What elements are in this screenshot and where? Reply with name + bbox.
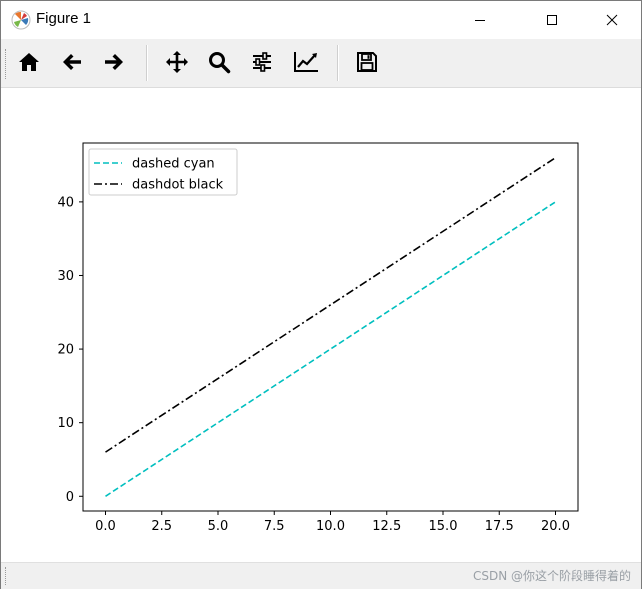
line-chart: 0.0 2.5 5.0 7.5 10.0 12.5 15.0 17.5 20.0 0 10 20 30… bbox=[57, 142, 579, 534]
y-tick-label: 20 bbox=[57, 343, 74, 358]
home-icon bbox=[19, 53, 39, 71]
pan-button[interactable] bbox=[159, 44, 195, 80]
save-icon bbox=[357, 52, 377, 72]
toolbar-separator bbox=[337, 45, 339, 81]
x-axis: 0.0 2.5 5.0 7.5 10.0 12.5 15.0 17.5 20.0 bbox=[95, 511, 570, 534]
x-tick-label: 12.5 bbox=[372, 519, 401, 534]
minimize-button[interactable] bbox=[457, 1, 503, 39]
x-tick-label: 2.5 bbox=[151, 519, 172, 534]
title-bar[interactable]: Figure 1 bbox=[1, 1, 641, 39]
x-tick-label: 17.5 bbox=[485, 519, 514, 534]
figure-canvas[interactable]: 0.0 2.5 5.0 7.5 10.0 12.5 15.0 17.5 20.0 0 10 20 30… bbox=[1, 88, 641, 561]
x-tick-label: 10.0 bbox=[316, 519, 345, 534]
watermark-text: CSDN @你这个阶段睡得着的 bbox=[472, 569, 631, 583]
window-title: Figure 1 bbox=[36, 10, 92, 27]
chart-edit-icon bbox=[294, 52, 318, 72]
status-bar: CSDN @你这个阶段睡得着的 bbox=[1, 562, 641, 589]
x-tick-label: 7.5 bbox=[264, 519, 285, 534]
navigation-toolbar bbox=[1, 39, 641, 88]
close-icon bbox=[606, 14, 618, 26]
maximize-icon bbox=[547, 15, 557, 25]
legend-label-dashdot-black: dashdot black bbox=[132, 178, 224, 193]
toolbar-grip[interactable] bbox=[5, 49, 8, 79]
y-tick-label: 10 bbox=[57, 416, 74, 431]
sliders-icon bbox=[253, 52, 271, 72]
save-button[interactable] bbox=[349, 44, 385, 80]
arrow-right-icon bbox=[105, 54, 123, 70]
y-tick-label: 30 bbox=[57, 269, 74, 284]
close-button[interactable] bbox=[589, 1, 635, 39]
x-tick-label: 15.0 bbox=[429, 519, 458, 534]
axes-frame bbox=[82, 142, 579, 512]
minimize-icon bbox=[475, 20, 485, 21]
maximize-button[interactable] bbox=[529, 1, 575, 39]
status-grip[interactable] bbox=[5, 567, 8, 585]
customize-button[interactable] bbox=[288, 44, 324, 80]
move-icon bbox=[166, 51, 188, 73]
x-tick-label: 0.0 bbox=[95, 519, 116, 534]
toolbar-separator bbox=[146, 45, 148, 81]
y-axis: 0 10 20 30 40 bbox=[57, 195, 83, 505]
zoom-button[interactable] bbox=[201, 44, 237, 80]
legend: dashed cyan dashdot black bbox=[88, 148, 238, 196]
home-button[interactable] bbox=[11, 44, 47, 80]
y-tick-label: 40 bbox=[57, 195, 74, 210]
legend-label-dashed-cyan: dashed cyan bbox=[132, 157, 215, 172]
zoom-icon bbox=[209, 52, 231, 74]
back-button[interactable] bbox=[54, 44, 90, 80]
x-tick-label: 20.0 bbox=[541, 519, 570, 534]
arrow-left-icon bbox=[63, 54, 81, 70]
matplotlib-logo-icon bbox=[11, 10, 31, 30]
subplots-button[interactable] bbox=[244, 44, 280, 80]
y-tick-label: 0 bbox=[66, 490, 74, 505]
forward-button[interactable] bbox=[96, 44, 132, 80]
x-tick-label: 5.0 bbox=[208, 519, 229, 534]
figure-window: Figure 1 0.0 2.5 5.0 7.5 10.0 12.5 15.0 … bbox=[0, 0, 642, 589]
